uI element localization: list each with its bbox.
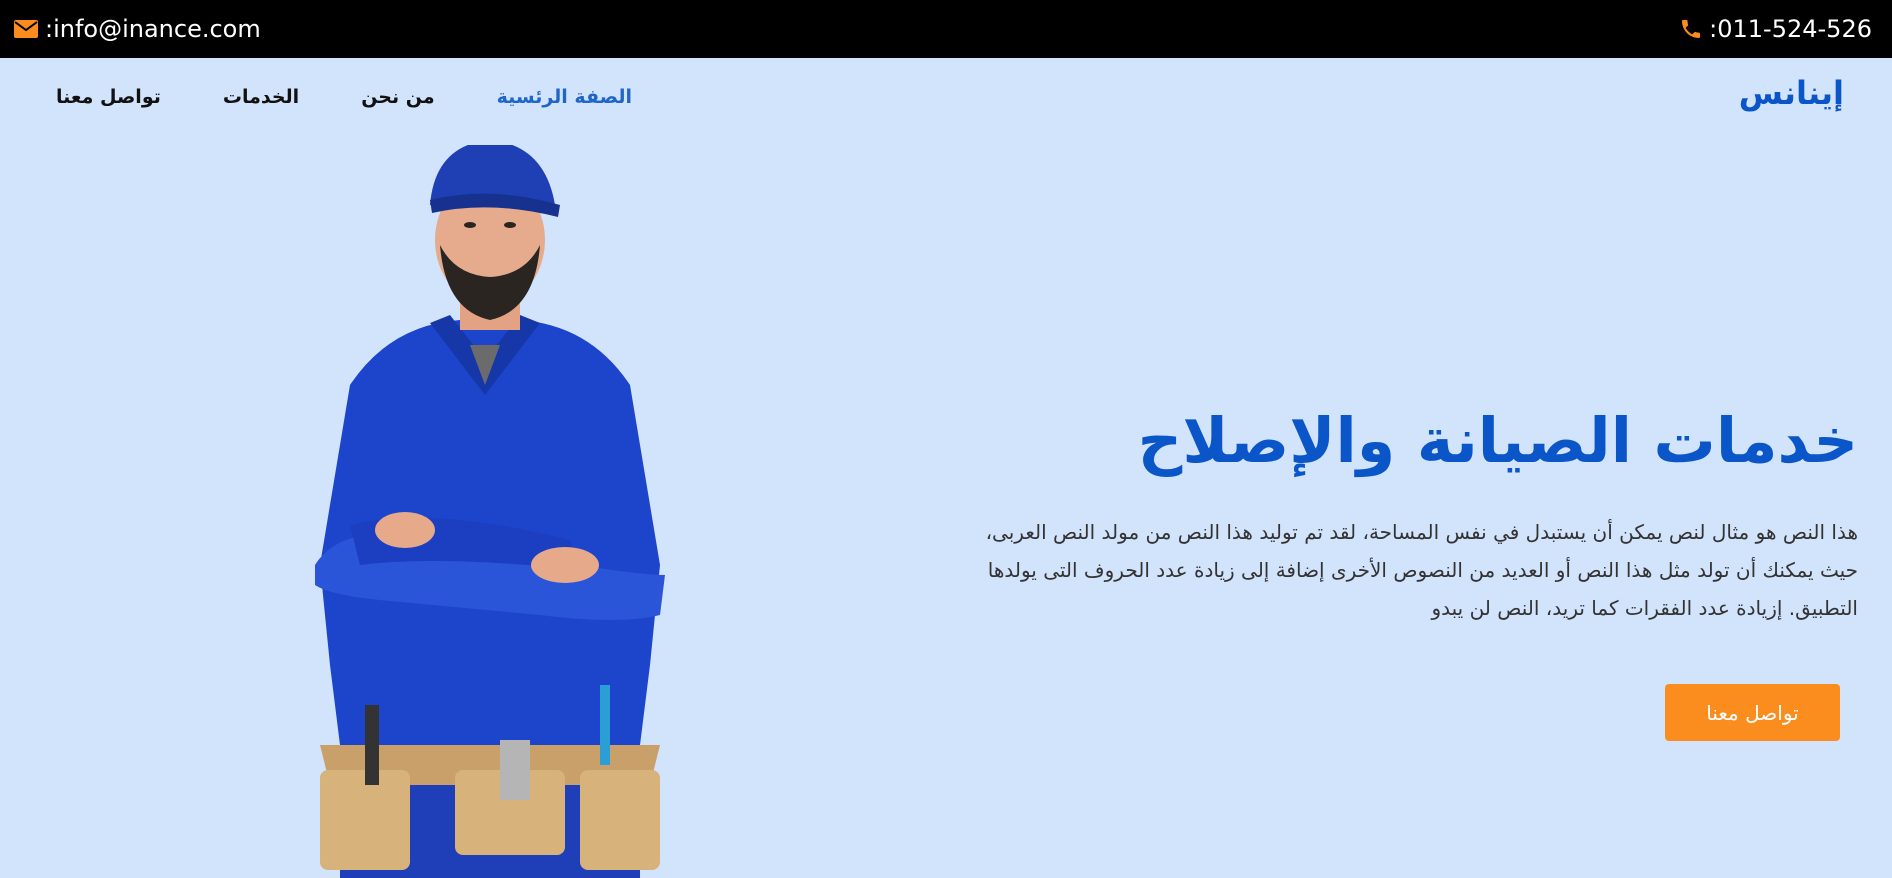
top-contact-bar: :011-524-526 :info@inance.com	[0, 0, 1892, 58]
hero-title: خدمات الصيانة والإصلاح	[1137, 404, 1858, 477]
main-navigation: تواصل معنا الخدمات من نحن الصفة الرئسية	[56, 82, 632, 112]
brand-logo[interactable]: إينانس	[1739, 74, 1844, 112]
phone-contact[interactable]: :011-524-526	[1679, 0, 1872, 58]
hero-description: هذا النص هو مثال لنص يمكن أن يستبدل في ن…	[985, 520, 1858, 620]
phone-icon	[1679, 17, 1703, 41]
phone-number: :011-524-526	[1709, 15, 1872, 43]
nav-item-contact[interactable]: تواصل معنا	[56, 86, 161, 108]
repairman-illustration	[280, 140, 700, 878]
email-address: :info@inance.com	[45, 15, 261, 43]
contact-us-button[interactable]: تواصل معنا	[1665, 684, 1840, 741]
nav-item-services[interactable]: الخدمات	[223, 86, 299, 108]
nav-item-about[interactable]: من نحن	[361, 86, 434, 108]
nav-item-home[interactable]: الصفة الرئسية	[497, 86, 632, 108]
email-contact[interactable]: :info@inance.com	[13, 0, 261, 58]
envelope-icon	[13, 19, 39, 39]
